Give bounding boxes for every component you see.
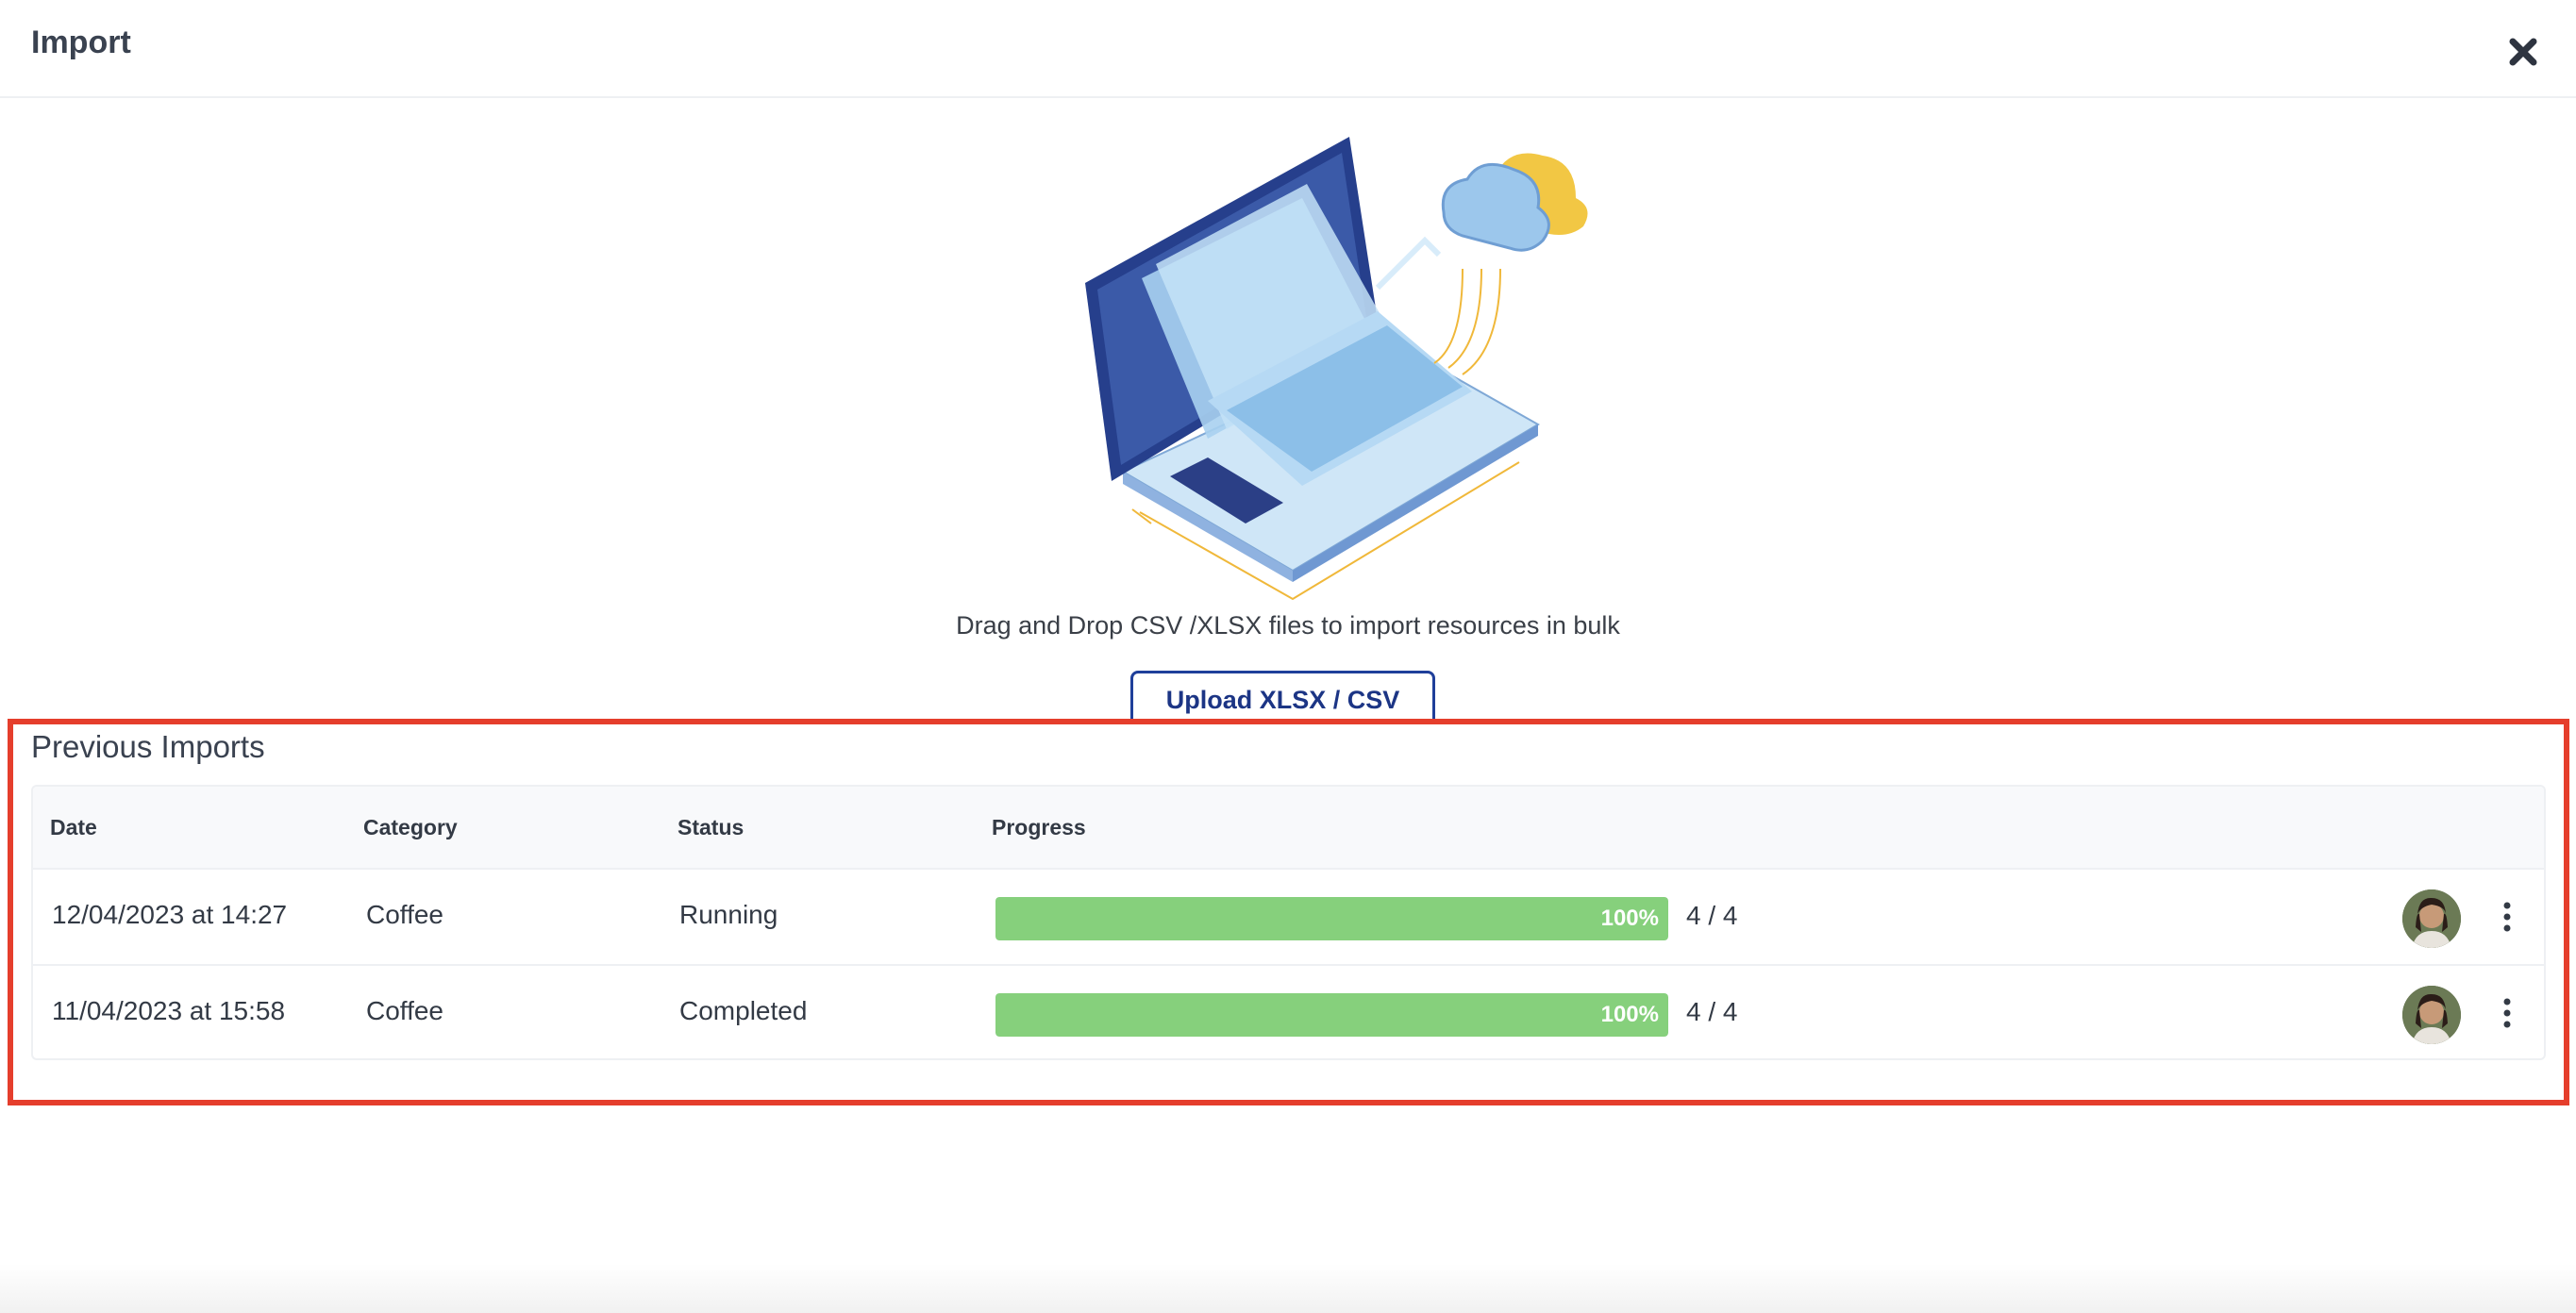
column-header-progress: Progress [992, 815, 1086, 839]
modal-title: Import [31, 25, 131, 60]
table-row: 12/04/2023 at 14:27 Coffee Running 100% … [33, 870, 2544, 966]
import-category: Coffee [366, 996, 443, 1025]
laptop-cloud-illustration [1085, 137, 1588, 601]
import-date: 12/04/2023 at 14:27 [52, 900, 288, 929]
progress-bar-fill: 100% [995, 993, 1668, 1037]
close-icon[interactable] [2505, 34, 2541, 70]
column-header-category: Category [363, 815, 458, 839]
progress-label: 100% [1600, 906, 1659, 931]
import-status: Completed [679, 996, 808, 1025]
table-header: Date Category Status Progress [33, 787, 2544, 870]
import-status: Running [679, 900, 778, 929]
progress-label: 100% [1600, 1002, 1659, 1027]
modal-header: Import [0, 0, 2576, 98]
import-count: 4 / 4 [1686, 997, 1738, 1026]
import-count: 4 / 4 [1686, 901, 1738, 930]
imports-table: Date Category Status Progress 12/04/2023… [31, 785, 2546, 1060]
avatar-image [2402, 889, 2461, 948]
column-header-date: Date [50, 815, 97, 839]
bottom-edge [0, 1264, 2576, 1313]
more-vertical-icon[interactable] [2498, 898, 2517, 936]
user-avatar[interactable] [2402, 889, 2461, 948]
progress-bar: 100% [995, 993, 1668, 1037]
import-date: 11/04/2023 at 15:58 [52, 996, 286, 1025]
progress-bar: 100% [995, 897, 1668, 940]
column-header-status: Status [677, 815, 744, 839]
import-category: Coffee [366, 900, 443, 929]
previous-imports-title: Previous Imports [31, 729, 265, 764]
upload-button[interactable]: Upload XLSX / CSV [1130, 671, 1435, 723]
drop-instructions: Drag and Drop CSV /XLSX files to import … [956, 611, 1620, 640]
user-avatar[interactable] [2402, 986, 2461, 1044]
table-row: 11/04/2023 at 15:58 Coffee Completed 100… [33, 966, 2544, 1058]
avatar-image [2402, 986, 2461, 1044]
progress-bar-fill: 100% [995, 897, 1668, 940]
more-vertical-icon[interactable] [2498, 994, 2517, 1032]
